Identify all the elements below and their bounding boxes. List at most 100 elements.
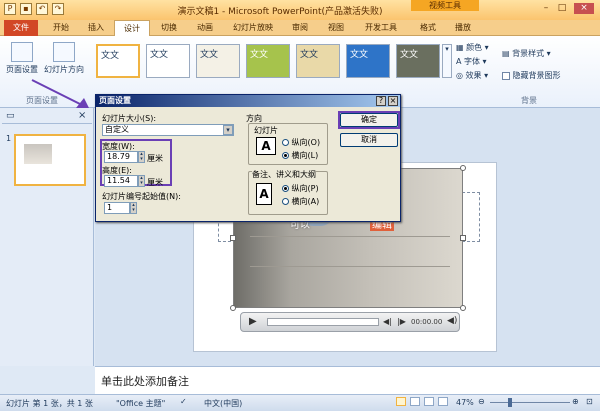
tab-design[interactable]: 设计 — [114, 20, 150, 36]
maximize-icon[interactable]: □ — [556, 3, 568, 14]
time-display: 00:00.00 — [411, 318, 443, 326]
close-pane-icon[interactable]: × — [78, 110, 86, 121]
resize-handle[interactable] — [460, 305, 466, 311]
dialog-close-icon[interactable]: × — [388, 96, 398, 106]
tab-animations[interactable]: 动画 — [188, 20, 222, 36]
slide-orientation-icon — [53, 42, 75, 62]
slide-sorter-icon[interactable] — [410, 397, 420, 406]
width-input[interactable]: 18.79 — [104, 151, 138, 163]
theme-6[interactable]: 文文 — [346, 44, 390, 78]
resize-handle[interactable] — [460, 165, 466, 171]
fonts-button[interactable]: A 字体 ▾ — [456, 56, 487, 67]
notes-pane[interactable]: 单击此处添加备注 — [95, 366, 600, 394]
radio-icon — [282, 198, 289, 205]
slide-size-label: 幻灯片大小(S): — [102, 114, 157, 123]
redo-icon[interactable]: ↷ — [52, 3, 64, 15]
slide-count: 幻灯片 第 1 张，共 1 张 — [6, 399, 93, 408]
zoom-slider-thumb[interactable] — [508, 398, 512, 407]
tab-file[interactable]: 文件 — [4, 20, 38, 36]
width-unit: 厘米 — [147, 154, 163, 163]
seek-bar[interactable] — [267, 318, 379, 326]
close-window-icon[interactable]: × — [574, 3, 594, 14]
spellcheck-icon[interactable]: ✓ — [180, 397, 187, 406]
height-spinner-icon[interactable]: ▴ ▾ — [138, 175, 145, 187]
thumbnail-video — [24, 144, 52, 164]
background-styles-button[interactable]: ▤ 背景样式 ▾ — [502, 48, 551, 59]
resize-handle[interactable] — [460, 235, 466, 241]
zoom-in-icon[interactable]: ⊕ — [572, 397, 579, 406]
background-styles-icon: ▤ — [502, 49, 513, 58]
title-bar: P ▪ ↶ ↷ 演示文稿1 - Microsoft PowerPoint(产品激… — [0, 0, 600, 20]
theme-office[interactable]: 文文 — [96, 44, 140, 78]
theme-7[interactable]: 文文 — [396, 44, 440, 78]
theme-5[interactable]: 文文 — [296, 44, 340, 78]
help-icon[interactable]: ? — [376, 96, 386, 106]
dropdown-arrow-icon[interactable]: ▾ — [223, 125, 233, 135]
theme-4[interactable]: 文文 — [246, 44, 290, 78]
step-forward-icon[interactable]: |▶ — [397, 317, 406, 326]
numbering-input[interactable]: 1 — [104, 202, 130, 214]
save-icon[interactable]: ▪ — [20, 3, 32, 15]
effects-button[interactable]: ◎ 效果 ▾ — [456, 70, 488, 81]
zoom-out-icon[interactable]: ⊖ — [478, 397, 485, 406]
tab-developer[interactable]: 开发工具 — [356, 20, 406, 36]
tab-view[interactable]: 视图 — [320, 20, 352, 36]
play-icon[interactable]: ▶ — [249, 316, 257, 327]
language[interactable]: 中文(中国) — [204, 398, 242, 409]
notes-orientation-icon: A — [256, 183, 272, 205]
reading-view-icon[interactable] — [424, 397, 434, 406]
height-input[interactable]: 11.54 — [104, 175, 138, 187]
tab-insert[interactable]: 插入 — [80, 20, 112, 36]
theme-gallery-more-icon[interactable]: ▾ — [442, 44, 452, 78]
slide-portrait-radio[interactable]: 纵向(O) — [282, 137, 320, 148]
normal-view-icon[interactable] — [396, 397, 406, 406]
step-back-icon[interactable]: ◀| — [383, 317, 392, 326]
radio-selected-icon — [282, 152, 289, 159]
dialog-title: 页面设置 — [96, 95, 400, 107]
slide-thumbnail[interactable] — [14, 134, 86, 186]
numbering-spinner-icon[interactable]: ▴ ▾ — [130, 202, 137, 214]
fit-window-icon[interactable]: ⊡ — [586, 397, 593, 406]
hide-background-checkbox[interactable]: 隐藏背景图形 — [502, 70, 561, 81]
group-label-background: 背景 — [521, 96, 537, 105]
volume-icon[interactable]: ◀) — [447, 316, 457, 326]
slides-tab-icon[interactable]: ▭ — [6, 111, 15, 121]
tab-transitions[interactable]: 切换 — [152, 20, 186, 36]
slide-landscape-radio[interactable]: 横向(L) — [282, 150, 318, 161]
cancel-button[interactable]: 取消 — [340, 133, 398, 147]
width-spinner-icon[interactable]: ▴ ▾ — [138, 151, 145, 163]
slide-size-select[interactable]: 自定义 — [102, 124, 234, 136]
page-setup-button[interactable]: 页面设置 — [4, 42, 40, 75]
ok-button[interactable]: 确定 — [340, 113, 398, 127]
tab-home[interactable]: 开始 — [44, 20, 78, 36]
zoom-level[interactable]: 47% — [456, 398, 474, 407]
notes-orientation-title: 备注、讲义和大纲 — [252, 169, 316, 180]
resize-handle[interactable] — [230, 235, 236, 241]
theme-3[interactable]: 文文 — [196, 44, 240, 78]
theme-name: "Office 主题" — [116, 399, 166, 408]
quick-access-toolbar: P ▪ ↶ ↷ — [4, 3, 64, 15]
theme-2[interactable]: 文文 — [146, 44, 190, 78]
notes-landscape-radio[interactable]: 横向(A) — [282, 196, 319, 207]
tab-playback[interactable]: 播放 — [446, 20, 480, 36]
powerpoint-logo-icon[interactable]: P — [4, 3, 16, 15]
slide-orientation-button[interactable]: 幻灯片方向 — [42, 42, 86, 75]
minimize-icon[interactable]: – — [540, 3, 552, 14]
tab-format[interactable]: 格式 — [411, 20, 445, 36]
colors-icon: ▦ — [456, 43, 467, 52]
tab-slideshow[interactable]: 幻灯片放映 — [224, 20, 282, 36]
notes-placeholder: 单击此处添加备注 — [101, 375, 189, 388]
status-bar: 幻灯片 第 1 张，共 1 张 "Office 主题" ✓ 中文(中国) 47%… — [0, 394, 600, 411]
radio-icon — [282, 139, 289, 146]
resize-handle[interactable] — [230, 305, 236, 311]
undo-icon[interactable]: ↶ — [36, 3, 48, 15]
colors-button[interactable]: ▦ 颜色 ▾ — [456, 42, 489, 53]
notes-portrait-radio[interactable]: 纵向(P) — [282, 183, 319, 194]
height-unit: 厘米 — [147, 178, 163, 187]
page-setup-icon — [11, 42, 33, 62]
slideshow-icon[interactable] — [438, 397, 448, 406]
tab-review[interactable]: 审阅 — [284, 20, 316, 36]
zoom-slider[interactable] — [490, 402, 570, 403]
slides-pane-header: ▭ × — [2, 110, 92, 124]
slide-number: 1 — [6, 134, 12, 143]
